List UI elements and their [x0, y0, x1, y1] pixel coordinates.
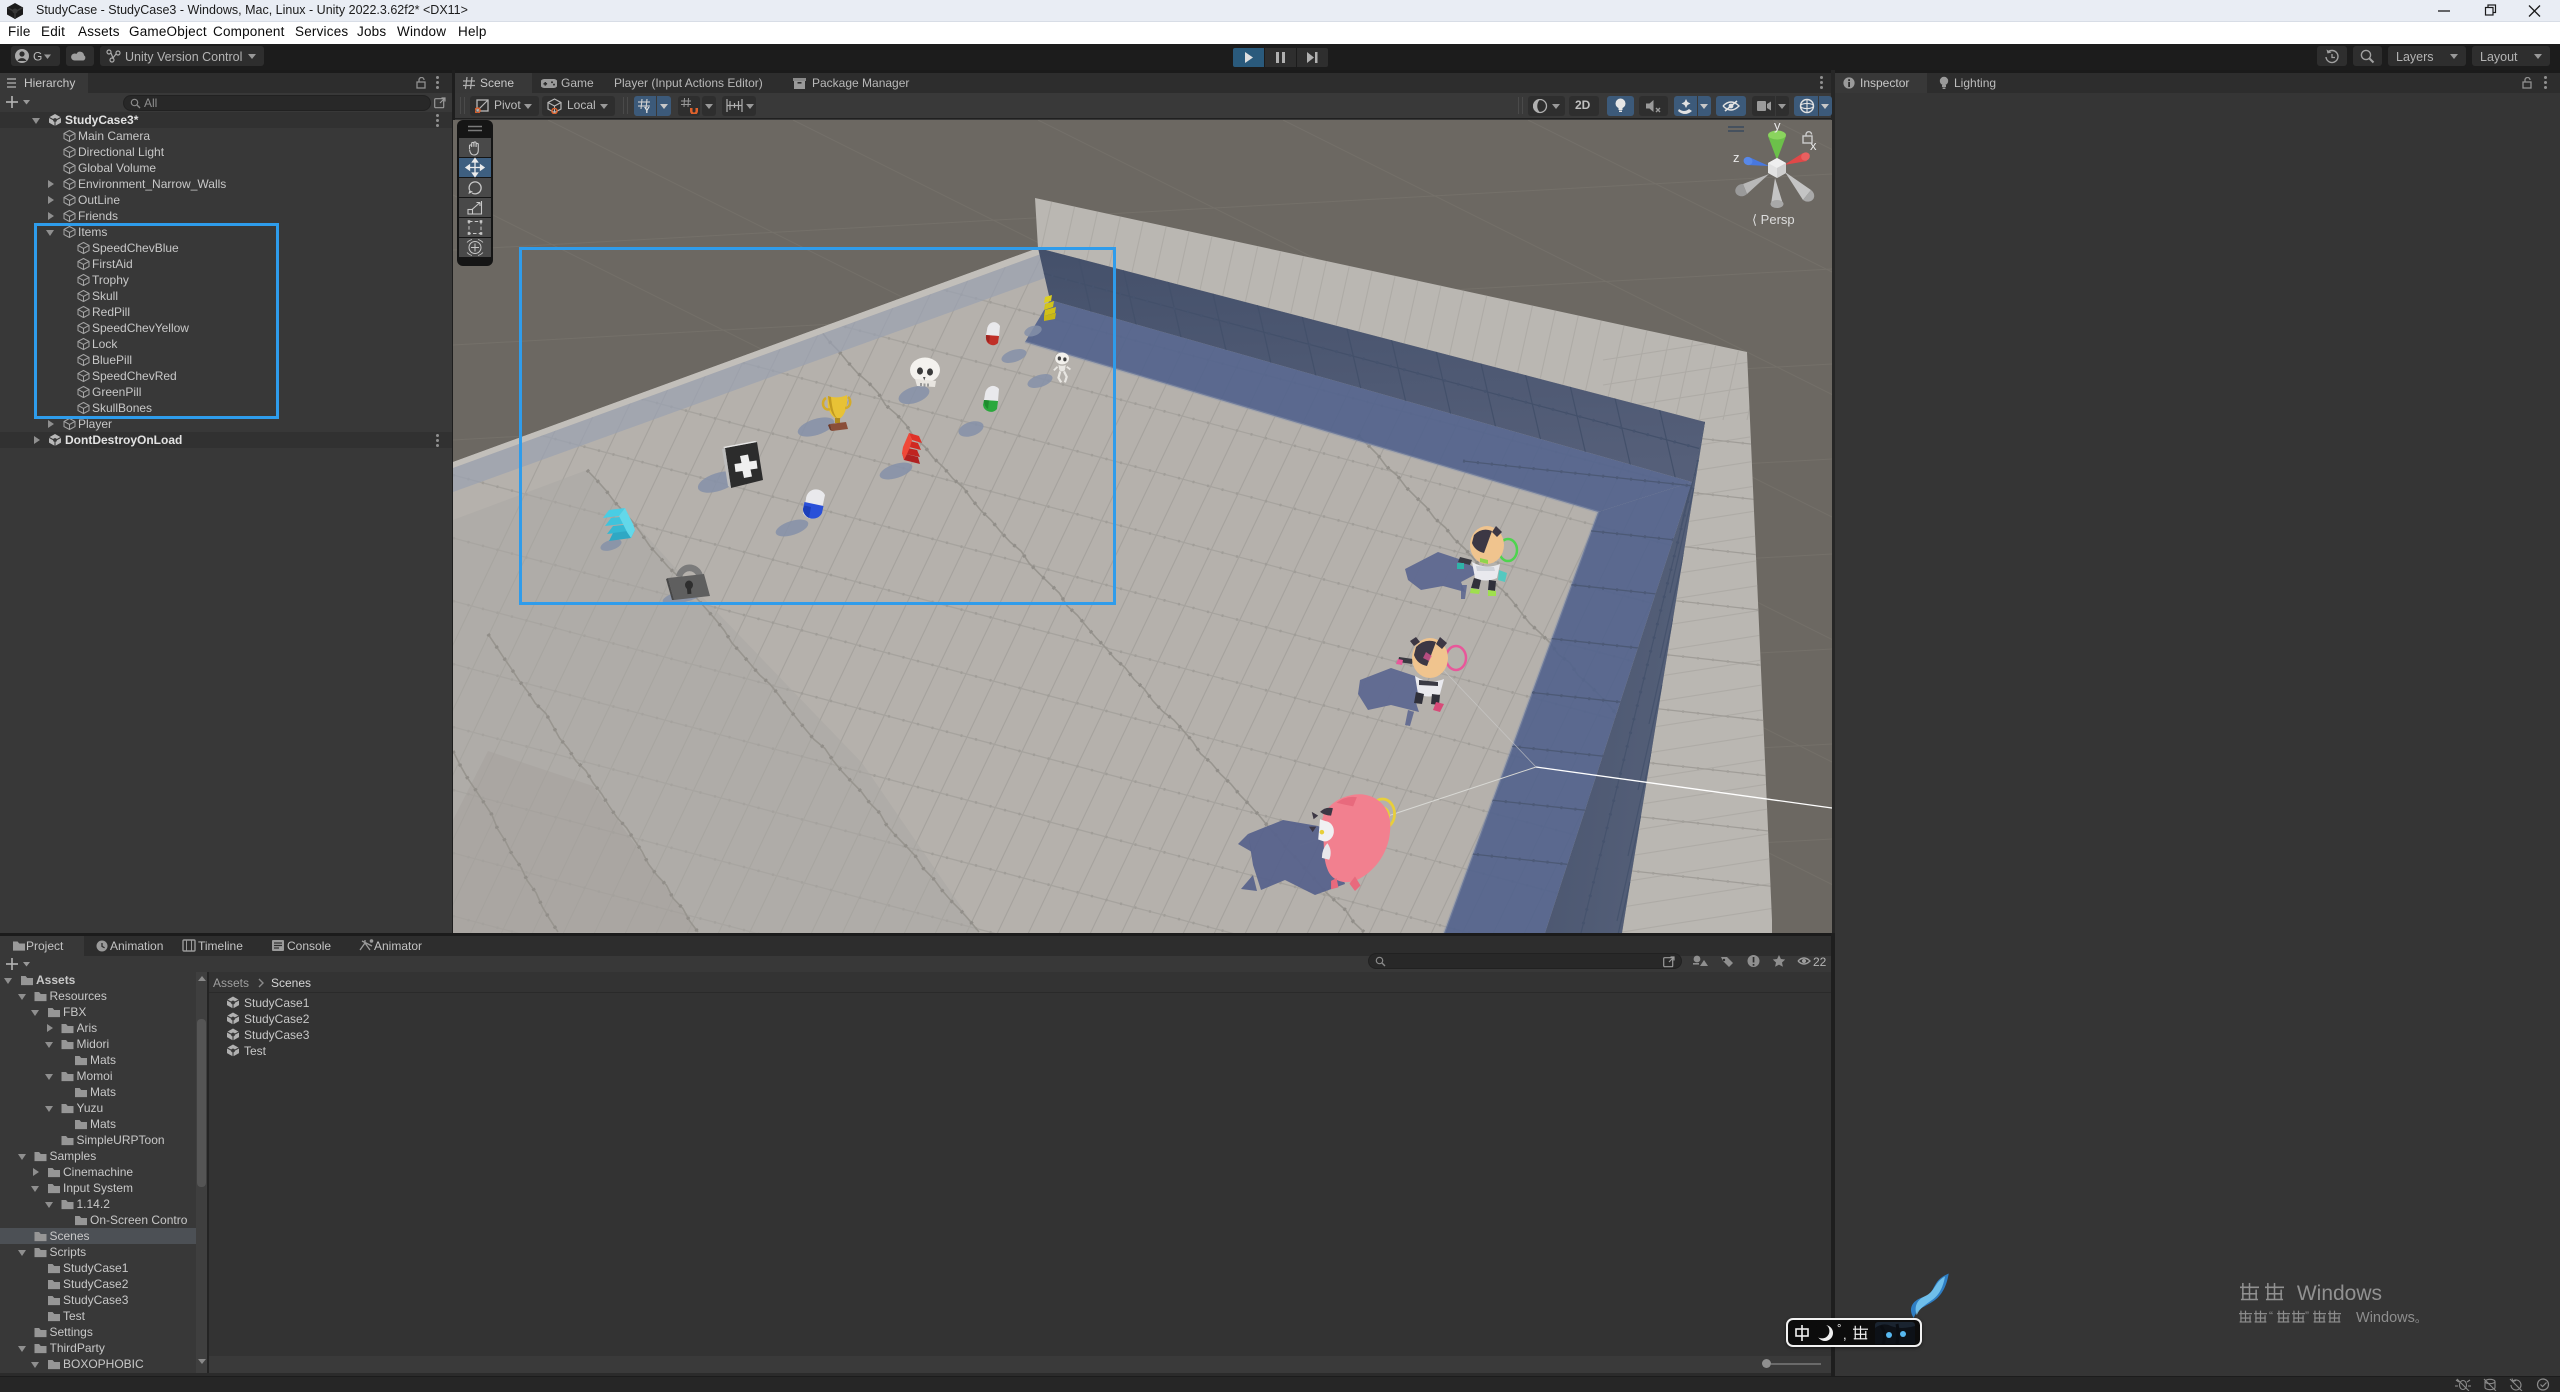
- svg-text:Y: Y: [644, 105, 650, 114]
- svg-text:22: 22: [1813, 955, 1827, 969]
- svg-text:,: ,: [1843, 1327, 1847, 1342]
- svg-text:°: °: [1837, 1323, 1841, 1335]
- svg-text:”: ”: [2305, 1309, 2309, 1323]
- svg-text:x: x: [1810, 138, 1817, 153]
- svg-text:z: z: [1733, 150, 1740, 165]
- svg-text:G: G: [33, 50, 42, 64]
- svg-text:y: y: [1774, 118, 1781, 133]
- svg-text:“: “: [2269, 1309, 2273, 1323]
